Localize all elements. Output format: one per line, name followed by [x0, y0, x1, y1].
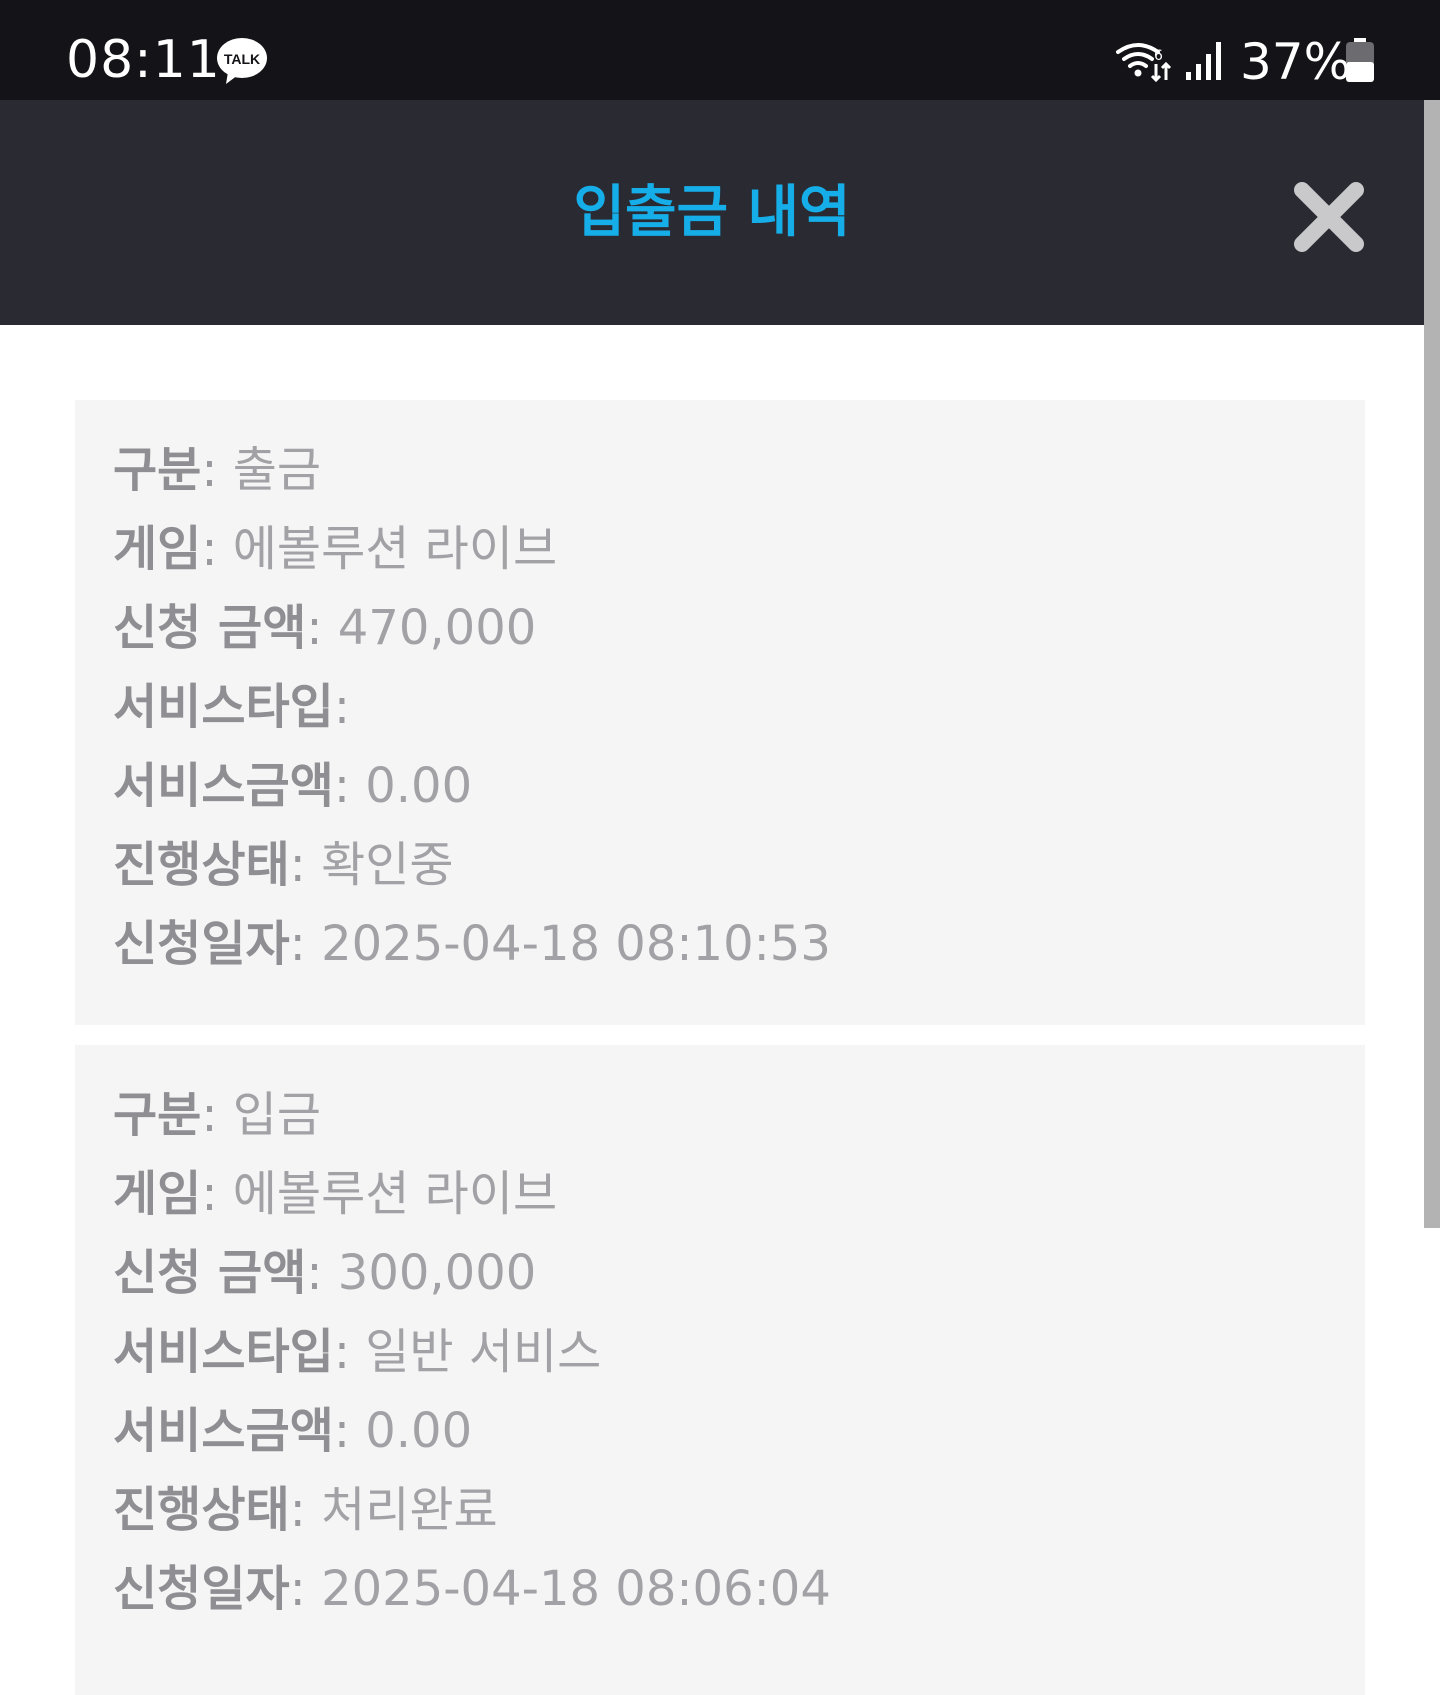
- field-service-amount: 서비스금액: 0.00: [113, 1403, 473, 1459]
- signal-icon: [1186, 42, 1221, 80]
- talk-icon-label: TALK: [224, 51, 260, 67]
- battery-percent: 37%: [1240, 33, 1352, 91]
- field-request-amount: 신청 금액: 470,000: [113, 600, 537, 656]
- field-service-type: 서비스타입: 일반 서비스: [113, 1324, 602, 1380]
- transaction-card: 구분: 출금 게임: 에볼루션 라이브 신청 금액: 470,000 서비스타입…: [75, 400, 1365, 1025]
- field-request-amount: 신청 금액: 300,000: [113, 1245, 537, 1301]
- page-title: 입출금 내역: [573, 180, 851, 245]
- transaction-card: 구분: 입금 게임: 에볼루션 라이브 신청 금액: 300,000 서비스타입…: [75, 1045, 1365, 1695]
- field-request-date: 신청일자: 2025-04-18 08:10:53: [113, 916, 831, 972]
- field-status: 진행상태: 처리완료: [113, 1482, 498, 1538]
- svg-text:6: 6: [1154, 48, 1163, 64]
- wifi-icon: 6: [1116, 43, 1172, 82]
- field-category: 구분: 출금: [113, 442, 322, 498]
- page-header: 입출금 내역: [0, 100, 1424, 325]
- status-bar: 08:11 TALK 6 37%: [0, 0, 1440, 100]
- close-icon[interactable]: [1292, 180, 1366, 254]
- field-game: 게임: 에볼루션 라이브: [113, 521, 558, 577]
- battery-icon: [1346, 38, 1374, 82]
- field-service-amount: 서비스금액: 0.00: [113, 758, 473, 814]
- field-service-type: 서비스타입:: [113, 679, 350, 735]
- kakaotalk-icon: TALK: [217, 38, 267, 84]
- scrollbar-thumb[interactable]: [1424, 100, 1440, 1228]
- field-game: 게임: 에볼루션 라이브: [113, 1166, 558, 1222]
- status-time: 08:11: [66, 30, 221, 90]
- field-request-date: 신청일자: 2025-04-18 08:06:04: [113, 1561, 831, 1617]
- field-status: 진행상태: 확인중: [113, 837, 454, 893]
- field-category: 구분: 입금: [113, 1087, 322, 1143]
